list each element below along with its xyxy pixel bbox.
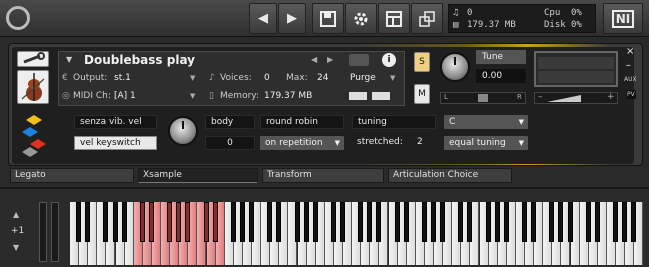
- black-key[interactable]: [294, 202, 300, 242]
- black-key[interactable]: [239, 202, 245, 242]
- black-key[interactable]: [267, 202, 273, 242]
- black-key[interactable]: [167, 202, 173, 242]
- black-key[interactable]: [549, 202, 555, 242]
- black-key[interactable]: [203, 202, 209, 242]
- black-key[interactable]: [276, 202, 282, 242]
- black-key[interactable]: [76, 202, 82, 242]
- black-key[interactable]: [85, 202, 91, 242]
- black-key[interactable]: [421, 202, 427, 242]
- black-key[interactable]: [467, 202, 473, 242]
- black-key[interactable]: [613, 202, 618, 242]
- black-key[interactable]: [303, 202, 309, 242]
- black-key[interactable]: [176, 202, 182, 242]
- black-key[interactable]: [458, 202, 464, 242]
- black-key[interactable]: [485, 202, 491, 242]
- black-key[interactable]: [431, 202, 436, 242]
- black-key[interactable]: [312, 202, 318, 242]
- black-key[interactable]: [494, 202, 500, 242]
- black-key[interactable]: [185, 202, 191, 242]
- black-key[interactable]: [440, 202, 446, 242]
- black-key[interactable]: [249, 202, 254, 242]
- black-key[interactable]: [358, 202, 364, 242]
- black-key[interactable]: [340, 202, 345, 242]
- black-key[interactable]: [403, 202, 409, 242]
- piano-keyboard[interactable]: [0, 0, 649, 267]
- black-key[interactable]: [212, 202, 218, 242]
- black-key[interactable]: [522, 202, 527, 242]
- black-key[interactable]: [631, 202, 637, 242]
- black-key[interactable]: [139, 202, 145, 242]
- black-key[interactable]: [394, 202, 400, 242]
- black-key[interactable]: [330, 202, 336, 242]
- black-key[interactable]: [112, 202, 118, 242]
- black-key[interactable]: [121, 202, 127, 242]
- black-key[interactable]: [567, 202, 573, 242]
- black-key[interactable]: [503, 202, 509, 242]
- black-key[interactable]: [367, 202, 373, 242]
- black-key[interactable]: [103, 202, 109, 242]
- black-key[interactable]: [531, 202, 537, 242]
- black-key[interactable]: [376, 202, 382, 242]
- black-key[interactable]: [594, 202, 600, 242]
- black-key[interactable]: [622, 202, 628, 242]
- black-key[interactable]: [558, 202, 564, 242]
- black-key[interactable]: [148, 202, 154, 242]
- black-key[interactable]: [585, 202, 591, 242]
- black-key[interactable]: [230, 202, 236, 242]
